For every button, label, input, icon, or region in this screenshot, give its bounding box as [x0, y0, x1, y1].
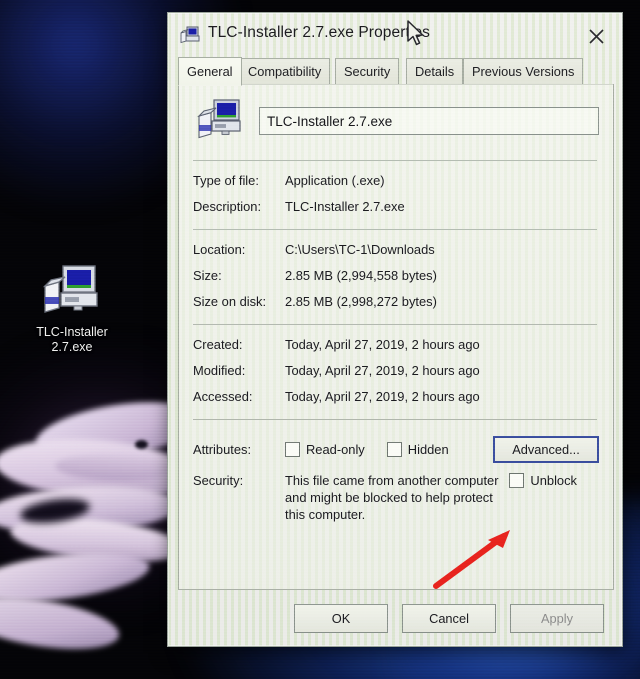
- security-label: Security:: [193, 473, 244, 488]
- info-value: Today, April 27, 2019, 2 hours ago: [285, 389, 480, 404]
- file-info-group-2: Location: C:\Users\TC-1\Downloads Size: …: [179, 236, 613, 318]
- tab-label: General: [187, 64, 233, 79]
- advanced-button-label: Advanced...: [512, 441, 580, 457]
- tab-security[interactable]: Security: [335, 58, 400, 84]
- tab-label: Details: [415, 64, 455, 79]
- info-row-location: Location: C:\Users\TC-1\Downloads: [193, 238, 599, 264]
- info-value: 2.85 MB (2,998,272 bytes): [285, 294, 437, 309]
- checkbox-box: [509, 473, 525, 488]
- installer-file-icon: [41, 262, 103, 320]
- file-name-value: TLC-Installer 2.7.exe: [267, 113, 393, 129]
- checkbox-box: [285, 441, 300, 457]
- attributes-section: Attributes: Read-only Hidden Advanced...…: [179, 426, 613, 525]
- desktop-icon-tlc-installer[interactable]: TLC-Installer 2.7.exe: [20, 262, 124, 355]
- installer-file-icon: [180, 26, 200, 45]
- cancel-button-label: Cancel: [429, 610, 469, 626]
- apply-button-label: Apply: [540, 610, 573, 626]
- divider: [193, 419, 597, 420]
- file-info-group-3: Created: Today, April 27, 2019, 2 hours …: [179, 331, 613, 413]
- file-properties-window: TLC-Installer 2.7.exe Properties General…: [167, 12, 623, 647]
- divider: [193, 160, 597, 161]
- file-name-row: TLC-Installer 2.7.exe: [179, 84, 613, 154]
- info-value: TLC-Installer 2.7.exe: [285, 199, 405, 214]
- attributes-label: Attributes:: [193, 441, 252, 457]
- tab-label: Compatibility: [248, 64, 322, 79]
- tab-general[interactable]: General: [178, 57, 242, 86]
- general-tab-panel: TLC-Installer 2.7.exe Type of file: Appl…: [178, 84, 614, 590]
- apply-button[interactable]: Apply: [510, 603, 604, 633]
- info-row-accessed: Accessed: Today, April 27, 2019, 2 hours…: [193, 385, 599, 411]
- window-titlebar[interactable]: TLC-Installer 2.7.exe Properties: [168, 13, 622, 58]
- info-value: Application (.exe): [285, 173, 385, 188]
- info-row-description: Description: TLC-Installer 2.7.exe: [193, 195, 599, 221]
- info-label: Location:: [193, 242, 246, 257]
- info-label: Modified:: [193, 363, 246, 378]
- info-label: Created:: [193, 337, 243, 352]
- unblock-checkbox[interactable]: Unblock: [509, 473, 577, 488]
- info-value: Today, April 27, 2019, 2 hours ago: [285, 337, 480, 352]
- security-row: Security: This file came from another co…: [193, 464, 599, 523]
- info-value: 2.85 MB (2,994,558 bytes): [285, 268, 437, 283]
- file-info-group-1: Type of file: Application (.exe) Descrip…: [179, 167, 613, 223]
- hidden-checkbox[interactable]: Hidden: [386, 441, 449, 457]
- info-label: Size:: [193, 268, 222, 283]
- tab-label: Security: [344, 64, 391, 79]
- tab-strip: General Compatibility Security Details P…: [178, 57, 614, 86]
- info-row-modified: Modified: Today, April 27, 2019, 2 hours…: [193, 359, 599, 385]
- readonly-checkbox[interactable]: Read-only: [285, 441, 365, 457]
- cancel-button[interactable]: Cancel: [402, 603, 496, 633]
- checkbox-box: [386, 441, 402, 457]
- info-label: Type of file:: [193, 173, 259, 188]
- desktop-icon-label-line2: 2.7.exe: [51, 340, 93, 354]
- advanced-button[interactable]: Advanced...: [493, 435, 599, 463]
- info-value: Today, April 27, 2019, 2 hours ago: [285, 363, 480, 378]
- info-value: C:\Users\TC-1\Downloads: [285, 242, 435, 257]
- ok-button[interactable]: OK: [294, 603, 388, 633]
- attributes-row: Attributes: Read-only Hidden Advanced...: [193, 428, 599, 464]
- tab-label: Previous Versions: [472, 64, 575, 79]
- dialog-footer: OK Cancel Apply: [168, 590, 622, 646]
- file-name-field[interactable]: TLC-Installer 2.7.exe: [259, 107, 599, 135]
- close-icon[interactable]: [584, 25, 608, 47]
- ok-button-label: OK: [331, 610, 351, 626]
- unblock-label: Unblock: [530, 473, 577, 488]
- divider: [193, 324, 597, 325]
- installer-file-icon: [197, 98, 245, 144]
- readonly-label: Read-only: [306, 441, 365, 457]
- hidden-label: Hidden: [407, 441, 449, 457]
- info-row-size: Size: 2.85 MB (2,994,558 bytes): [193, 264, 599, 290]
- window-title: TLC-Installer 2.7.exe Properties: [208, 24, 431, 41]
- info-label: Description:: [193, 199, 262, 214]
- info-label: Accessed:: [193, 389, 253, 404]
- info-row-size-on-disk: Size on disk: 2.85 MB (2,998,272 bytes): [193, 290, 599, 316]
- info-label: Size on disk:: [193, 294, 267, 309]
- tab-details[interactable]: Details: [406, 58, 464, 84]
- desktop-icon-label-line1: TLC-Installer: [36, 325, 108, 339]
- info-row-created: Created: Today, April 27, 2019, 2 hours …: [193, 333, 599, 359]
- info-row-type: Type of file: Application (.exe): [193, 169, 599, 195]
- security-message: This file came from another computer and…: [285, 473, 499, 522]
- tab-previous-versions[interactable]: Previous Versions: [463, 58, 584, 84]
- tab-compatibility[interactable]: Compatibility: [239, 58, 331, 84]
- divider: [193, 229, 597, 230]
